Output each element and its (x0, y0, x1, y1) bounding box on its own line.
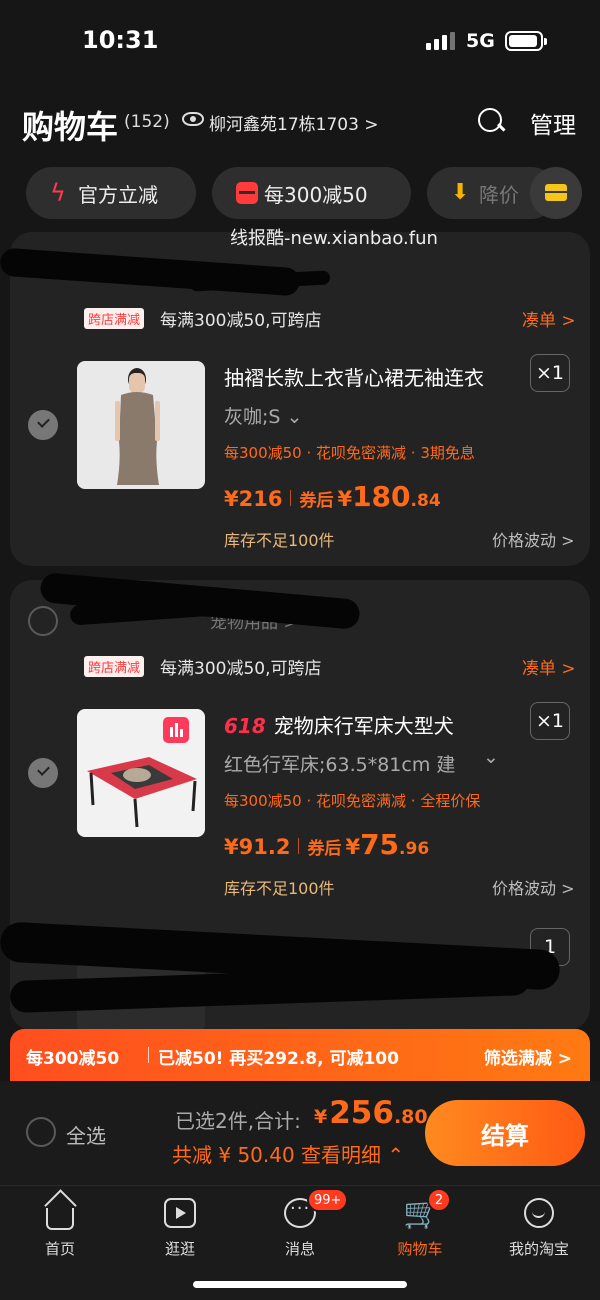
coupon-label: 券后 (307, 839, 342, 859)
discount-banner[interactable]: 每300减50 已减50! 再买292.8, 可减100 筛选满减 > (10, 1029, 590, 1081)
select-all-checkbox[interactable] (26, 1117, 56, 1147)
product-price: ¥216 券后 ¥ 180 .84 (224, 480, 441, 513)
promo-618-badge: 618 (224, 714, 266, 738)
cart-badge: 2 (427, 1188, 451, 1212)
tab-label: 消息 (284, 1240, 315, 1258)
total-int: 256 (329, 1095, 394, 1131)
total-dec: .80 (393, 1106, 428, 1128)
tab-label: 首页 (44, 1240, 75, 1258)
redaction-mark (0, 247, 301, 297)
quantity-stepper[interactable]: ×1 (530, 702, 570, 740)
arrow-down-icon: ⬇ (451, 180, 470, 205)
chip-label: 官方立减 (78, 182, 158, 207)
messages-badge: 99+ (307, 1188, 349, 1212)
chip-label: 每300减50 (264, 182, 368, 207)
coupon-price-int: 75 (360, 828, 400, 861)
coupon-price-int: 180 (352, 480, 411, 513)
coupon-currency: ¥ (345, 835, 361, 859)
savings-detail-link[interactable]: 共减 ¥ 50.40 查看明细 ⌃ (172, 1139, 404, 1168)
stock-warning: 库存不足100件 (224, 531, 335, 550)
product-benefits: 每300减50 · 花呗免密满减 · 3期免息 (224, 444, 475, 462)
promo-text: 每满300减50,可跨店 (160, 311, 322, 331)
coupon-label: 券后 (299, 491, 334, 511)
watermark: 线报酷-new.xianbao.fun (230, 228, 438, 249)
coupon-price-dec: .96 (399, 839, 430, 859)
eye-icon[interactable] (182, 112, 204, 126)
original-price: ¥91.2 (224, 835, 291, 859)
chip-official-discount[interactable]: ϟ 官方立减 (26, 167, 196, 219)
discount-icon (236, 182, 258, 204)
page-title: 购物车 (22, 108, 119, 146)
product-price: ¥91.2 券后 ¥ 75 .96 (224, 828, 429, 861)
quantity-stepper[interactable]: ×1 (530, 354, 570, 392)
promo-text: 每满300减50,可跨店 (160, 659, 322, 679)
tab-label: 购物车 (397, 1240, 443, 1258)
item-checkbox[interactable] (28, 410, 58, 440)
tab-label: 我的淘宝 (508, 1240, 569, 1258)
smile-icon (524, 1198, 554, 1228)
promo-tag: 跨店满减 (84, 308, 145, 329)
filter-chips: ϟ 官方立减 每300减50 ⬇ 降价 (0, 167, 600, 221)
product-name[interactable]: 抽褶长款上衣背心裙无袖连衣 (224, 362, 484, 391)
search-icon[interactable] (478, 108, 506, 138)
battery-icon (505, 31, 547, 51)
video-icon (164, 1198, 196, 1228)
cart-count: (152) (124, 112, 170, 132)
price-fluctuation-link[interactable]: 价格波动 > (492, 527, 575, 551)
cart-store-card: 跨店满减 每满300减50,可跨店 凑单 > 抽褶长款上衣背心裙无袖连衣 ×1 … (0, 232, 590, 566)
coupon-currency: ¥ (337, 487, 353, 511)
status-time: 10:31 (82, 26, 159, 54)
store-checkbox[interactable] (28, 606, 58, 636)
home-icon (46, 1208, 74, 1230)
stock-warning: 库存不足100件 (224, 879, 335, 898)
signal-icon (426, 32, 456, 50)
total-currency: ¥ (314, 1106, 328, 1128)
product-image-dress[interactable] (77, 361, 205, 489)
network-label: 5G (466, 30, 495, 52)
item-checkbox[interactable] (28, 758, 58, 788)
product-name-text: 宠物床行军床大型犬 (273, 714, 454, 738)
header: 购物车 (152) 柳河鑫苑17栋1703 > 管理 (0, 96, 600, 152)
product-spec[interactable]: 红色行军床;63.5*81cm 建 (224, 750, 455, 777)
checkout-button[interactable]: 结算 (425, 1100, 585, 1166)
cart-store-card: 宠物用品 > 跨店满减 每满300减50,可跨店 凑单 > 618 宠物床行军床大… (0, 572, 590, 1032)
total-price: ¥ 256 .80 (314, 1095, 428, 1131)
filter-discount-link[interactable]: 筛选满减 > (484, 1044, 572, 1069)
selected-count: 已选2件,合计: (175, 1109, 301, 1133)
folder-icon[interactable] (530, 167, 582, 219)
promo-tag: 跨店满减 (84, 656, 145, 677)
chip-label: 降价 (479, 182, 519, 207)
checkout-bar: 全选 已选2件,合计: ¥ 256 .80 共减 ¥ 50.40 查看明细 ⌃ … (0, 1081, 600, 1185)
price-fluctuation-link[interactable]: 价格波动 > (492, 875, 575, 899)
tab-label: 逛逛 (164, 1240, 195, 1258)
coupon-price-dec: .84 (410, 491, 441, 511)
chip-spend-discount[interactable]: 每300减50 (212, 167, 411, 219)
coudan-link[interactable]: 凑单 > (522, 654, 576, 679)
home-indicator[interactable] (193, 1281, 407, 1288)
product-name[interactable]: 618 宠物床行军床大型犬 (224, 710, 454, 739)
product-spec[interactable]: 灰咖;S ⌄ (224, 402, 302, 429)
status-bar: 10:31 5G (0, 0, 600, 84)
original-price: ¥216 (224, 487, 283, 511)
banner-left: 每300减50 (26, 1049, 120, 1069)
product-image-pet-bed[interactable] (77, 709, 205, 837)
manage-button[interactable]: 管理 (530, 106, 576, 140)
banner-middle: 已减50! 再买292.8, 可减100 (158, 1049, 399, 1069)
product-benefits: 每300减50 · 花呗免密满减 · 全程价保 (224, 792, 481, 810)
bolt-icon: ϟ (50, 179, 66, 207)
coudan-link[interactable]: 凑单 > (522, 306, 576, 331)
address-selector[interactable]: 柳河鑫苑17栋1703 > (209, 110, 379, 135)
select-all-label[interactable]: 全选 (66, 1120, 106, 1149)
chevron-down-icon[interactable]: ⌄ (483, 746, 499, 768)
